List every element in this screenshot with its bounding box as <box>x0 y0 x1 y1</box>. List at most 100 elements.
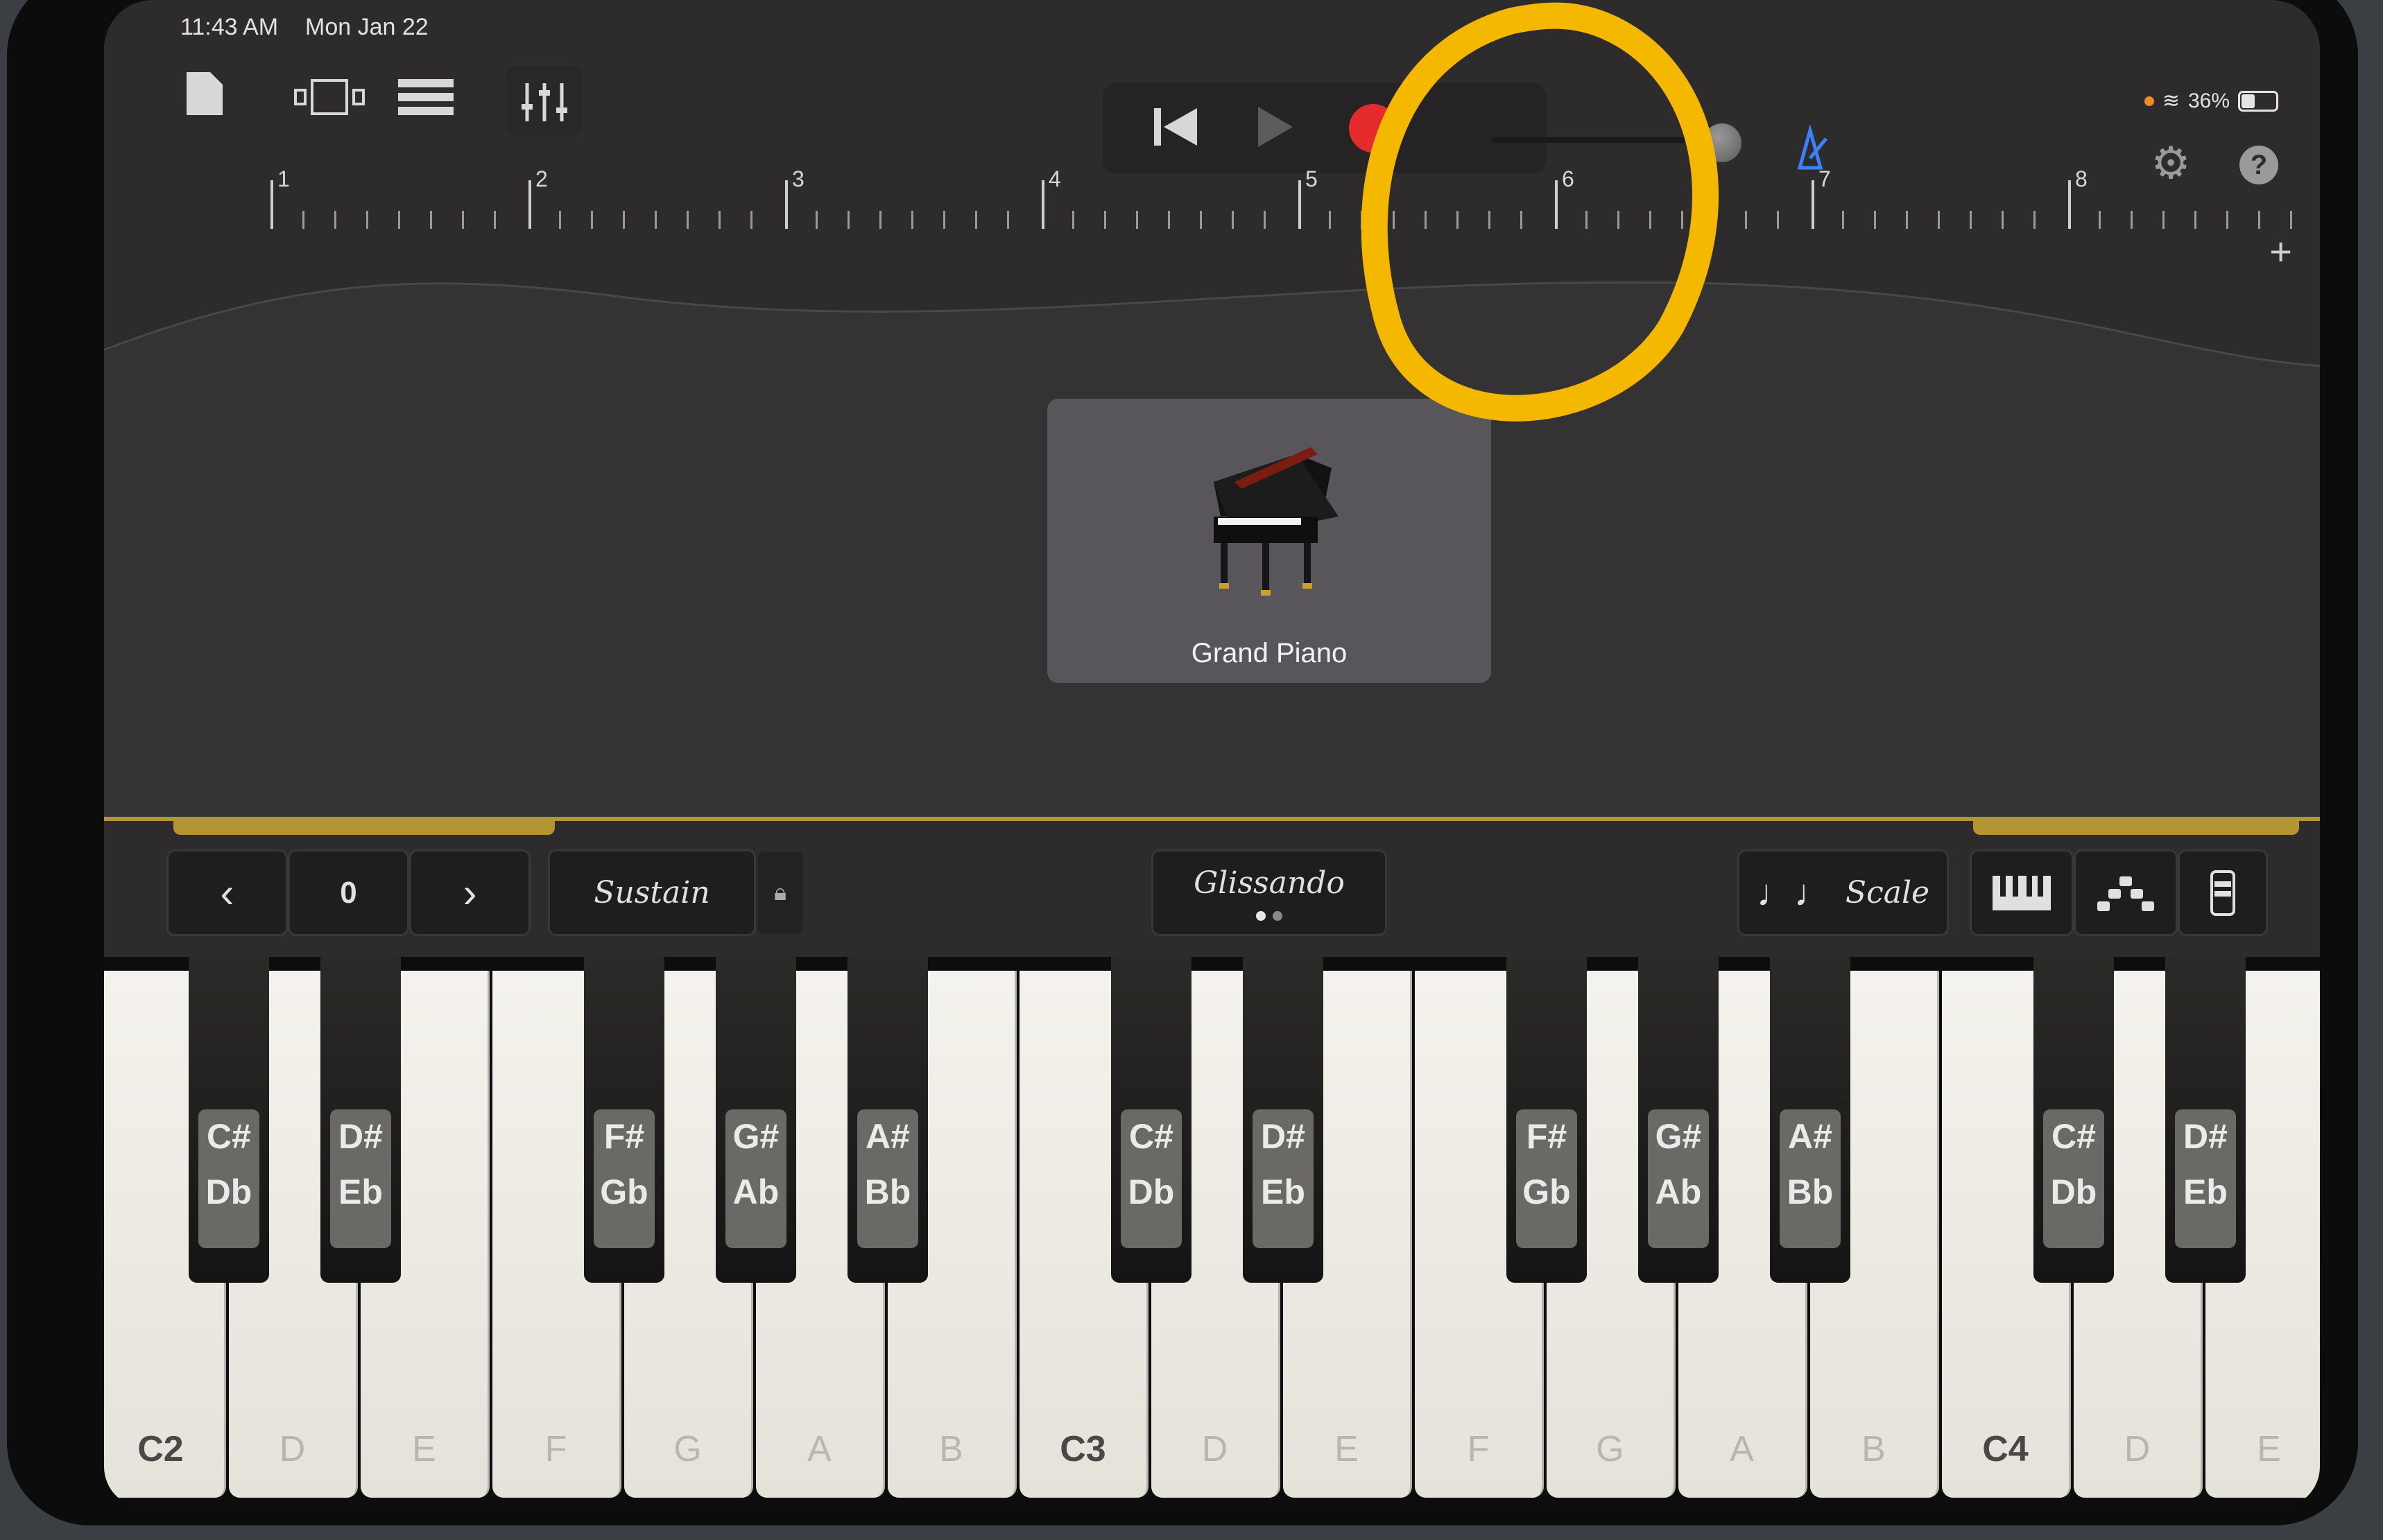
ruler-tick <box>366 211 368 229</box>
arpeggiator-button[interactable] <box>2074 849 2178 936</box>
rewind-icon <box>1154 108 1197 146</box>
bar-number: 4 <box>1049 166 1061 191</box>
bar-marker <box>528 180 531 229</box>
black-key-sharp-label: C# <box>2051 1117 2096 1156</box>
black-key[interactable]: G# Ab <box>716 957 796 1283</box>
octave-down-button[interactable]: ‹ <box>166 849 288 936</box>
black-key[interactable]: A# Bb <box>848 957 928 1283</box>
keyboard-layout-button[interactable] <box>1970 849 2074 936</box>
notes-icon: ♩♩ <box>1756 872 1832 914</box>
black-key[interactable]: D# Eb <box>2165 957 2246 1283</box>
black-key-flat-label: Gb <box>1522 1173 1571 1211</box>
black-key-sharp-label: G# <box>1655 1117 1702 1156</box>
ruler-tick <box>2290 211 2292 229</box>
ruler-tick <box>1329 211 1331 229</box>
black-key-face: G# Ab <box>1648 1109 1709 1248</box>
black-key-flat-label: Db <box>205 1173 252 1211</box>
ruler-tick <box>879 211 881 229</box>
scale-button[interactable]: ♩♩ Scale <box>1737 849 1949 936</box>
white-key-label: B <box>939 1429 963 1469</box>
black-key-flat-label: Ab <box>732 1173 780 1211</box>
black-key[interactable]: C# Db <box>1111 957 1192 1283</box>
black-key-flat-label: Eb <box>1261 1173 1305 1211</box>
bar-marker <box>270 180 273 229</box>
ruler-tick <box>1970 211 1972 229</box>
fader-button[interactable] <box>2178 849 2268 936</box>
white-key-label: A <box>807 1429 832 1469</box>
ruler-tick <box>559 211 561 229</box>
sustain-button[interactable]: Sustain <box>548 849 756 936</box>
black-key[interactable]: A# Bb <box>1770 957 1850 1283</box>
ruler-tick <box>750 211 752 229</box>
ruler-tick <box>655 211 657 229</box>
wifi-icon: ≋ <box>2162 89 2180 112</box>
ruler-tick <box>623 211 625 229</box>
black-key-sharp-label: D# <box>1261 1117 1305 1156</box>
ruler-tick <box>1200 211 1202 229</box>
ruler-tick <box>687 211 689 229</box>
black-key-face: D# Eb <box>1253 1109 1314 1248</box>
ruler-tick <box>1777 211 1779 229</box>
rewind-button[interactable] <box>1144 96 1207 158</box>
black-key-flat-label: Ab <box>1655 1173 1702 1211</box>
ruler-tick <box>2099 211 2101 229</box>
black-key[interactable]: D# Eb <box>320 957 401 1283</box>
black-key[interactable]: D# Eb <box>1243 957 1323 1283</box>
white-key-label: F <box>544 1429 567 1469</box>
white-key-label: D <box>1201 1429 1228 1469</box>
ruler-tick <box>2033 211 2036 229</box>
range-handle-right[interactable] <box>1973 821 2299 835</box>
piano-keyboard: C2 D E F G A B C3 D E F G A B C4 D E C# Db D# Eb F# Gb G# Ab A# Bb… <box>104 957 2320 1508</box>
bar-number: 1 <box>277 166 290 191</box>
glissando-button[interactable]: Glissando <box>1151 849 1387 936</box>
black-key[interactable]: C# Db <box>189 957 269 1283</box>
document-button[interactable] <box>184 69 232 125</box>
view-toggle-icon <box>294 79 365 115</box>
black-key-flat-label: Eb <box>2183 1173 2228 1211</box>
black-key-sharp-label: F# <box>603 1117 645 1156</box>
grand-piano-icon <box>1214 447 1339 596</box>
black-key[interactable]: F# Gb <box>584 957 664 1283</box>
ruler-tick <box>1906 211 1908 229</box>
ruler-tick <box>719 211 721 229</box>
keyboard-layout-icon <box>1993 875 2051 910</box>
page-indicator <box>1153 911 1385 924</box>
ruler-tick <box>1745 211 1747 229</box>
ruler-tick <box>1264 211 1266 229</box>
black-key-flat-label: Gb <box>600 1173 648 1211</box>
ruler-tick <box>494 211 496 229</box>
white-key-label: G <box>1596 1429 1624 1469</box>
status-bar: 11:43 AM Mon Jan 22 <box>180 8 2244 50</box>
black-key-face: C# Db <box>1121 1109 1182 1248</box>
sustain-lock-button[interactable]: 🔒︎ <box>756 849 805 936</box>
highlight-annotation <box>1361 2 1719 422</box>
ruler-tick <box>302 211 304 229</box>
black-key[interactable]: C# Db <box>2033 957 2114 1283</box>
white-key-label: G <box>673 1429 702 1469</box>
tracks-view-button[interactable] <box>395 76 458 118</box>
white-key-label: D <box>2124 1429 2151 1469</box>
black-key-face: D# Eb <box>330 1109 391 1248</box>
octave-up-button[interactable]: › <box>409 849 531 936</box>
status-time: 11:43 AM <box>180 14 279 40</box>
play-button[interactable] <box>1241 96 1304 158</box>
white-key-label: C4 <box>1982 1429 2029 1469</box>
black-key-flat-label: Bb <box>864 1173 911 1211</box>
mixer-button[interactable] <box>506 66 583 135</box>
ruler-tick <box>1232 211 1234 229</box>
ruler-tick <box>848 211 850 229</box>
ruler-tick <box>2258 211 2260 229</box>
tracks-icon <box>398 79 454 115</box>
ruler-tick <box>2002 211 2004 229</box>
black-key[interactable]: G# Ab <box>1638 957 1719 1283</box>
lock-icon: 🔒︎ <box>773 879 787 906</box>
black-key-face: C# Db <box>198 1109 259 1248</box>
black-key-face: G# Ab <box>725 1109 786 1248</box>
range-handle-left[interactable] <box>173 821 555 835</box>
timeline-ruler[interactable]: 1 2 3 4 5 6 7 8 <box>264 166 2292 229</box>
chevron-left-icon: ‹ <box>220 870 234 916</box>
view-toggle-button[interactable] <box>291 76 368 118</box>
ruler-tick <box>334 211 336 229</box>
black-key[interactable]: F# Gb <box>1506 957 1587 1283</box>
black-key-sharp-label: A# <box>1788 1117 1832 1156</box>
